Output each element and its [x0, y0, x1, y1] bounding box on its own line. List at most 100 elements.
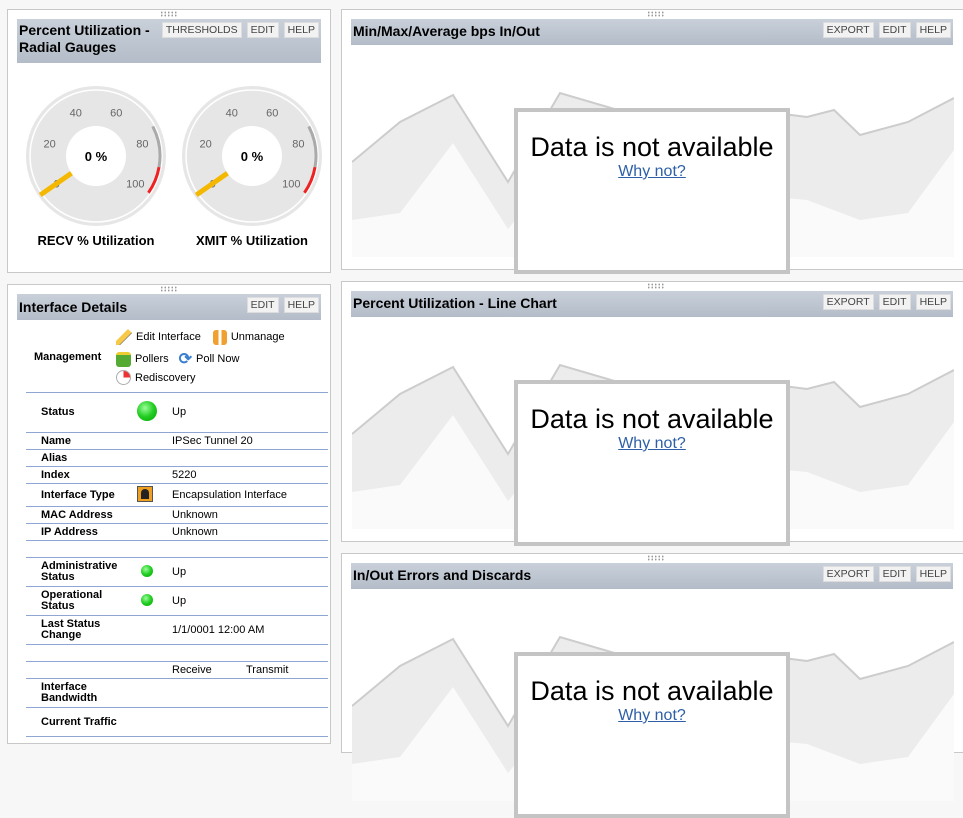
gauge-tick-label: 80	[292, 139, 304, 151]
edit-button[interactable]: EDIT	[878, 22, 911, 38]
why-not-link[interactable]: Why not?	[518, 707, 786, 725]
table-row: Administrative Status Up	[26, 557, 328, 587]
table-row: Status Up	[26, 392, 328, 433]
panel-header: Percent Utilization - Line Chart EXPORT E…	[351, 291, 953, 317]
row-key: IP Address	[26, 523, 137, 541]
row-key: Last Status Change	[26, 615, 137, 645]
export-button[interactable]: EXPORT	[822, 566, 874, 582]
management-label: Management	[34, 351, 102, 363]
receive-header: Receive	[172, 663, 212, 676]
panel-title: In/Out Errors and Discards	[353, 567, 532, 583]
traffic-header-row: Receive Transmit	[26, 661, 328, 679]
pencil-icon	[116, 329, 132, 345]
table-row: Alias	[26, 449, 328, 467]
refresh-icon: ⟳	[178, 351, 193, 368]
table-row: Last Status Change 1/1/0001 12:00 AM	[26, 615, 328, 645]
panel-header: Interface Details EDIT HELP	[17, 294, 321, 320]
edit-interface-link[interactable]: Edit Interface	[116, 326, 201, 348]
row-key: Name	[26, 432, 137, 450]
gauge-tick-label: 60	[266, 107, 278, 119]
table-row	[26, 644, 328, 662]
row-value: Encapsulation Interface	[157, 483, 328, 507]
edit-button[interactable]: EDIT	[878, 294, 911, 310]
radial-gauge: 020406080100 0 % XMIT % Utilization	[182, 86, 322, 248]
no-data-message: Data is not available	[530, 404, 774, 434]
rediscovery-link[interactable]: Rediscovery	[116, 370, 285, 385]
poll-now-link[interactable]: ⟳ Poll Now	[179, 348, 240, 370]
table-row	[26, 540, 328, 558]
green-dot-icon	[141, 564, 153, 577]
row-key: MAC Address	[26, 506, 137, 524]
interface-type-icon	[137, 485, 153, 502]
no-data-message-box: Data is not available Why not?	[514, 380, 790, 546]
drag-handle[interactable]	[647, 283, 665, 289]
panel-header: Min/Max/Average bps In/Out EXPORT EDIT HEL…	[351, 19, 953, 45]
drag-handle[interactable]	[647, 11, 665, 17]
row-key: Interface Bandwidth	[26, 678, 137, 708]
table-row: MAC Address Unknown	[26, 506, 328, 524]
row-value	[157, 449, 328, 467]
no-data-message: Data is not available	[530, 132, 774, 162]
row-key: Current Traffic	[26, 707, 137, 737]
panel-title: Min/Max/Average bps In/Out	[353, 23, 540, 39]
interface-details-panel: Interface Details EDIT HELP Management E…	[7, 284, 331, 744]
table-row: Name IPSec Tunnel 20	[26, 432, 328, 450]
chart-panel: In/Out Errors and Discards EXPORT EDIT HEL…	[341, 553, 963, 818]
green-dot-icon	[141, 593, 153, 606]
row-value: Up	[157, 586, 328, 616]
row-value: 1/1/0001 12:00 AM	[157, 615, 328, 645]
gauge-tick-label: 20	[200, 139, 212, 151]
panel-header: In/Out Errors and Discards EXPORT EDIT HEL…	[351, 563, 953, 589]
row-key	[26, 540, 137, 558]
chart-panel: Min/Max/Average bps In/Out EXPORT EDIT HEL…	[341, 9, 963, 274]
row-value	[157, 540, 328, 558]
gauge-tick-label: 100	[282, 179, 300, 191]
gauge-label: XMIT % Utilization	[196, 233, 308, 248]
row-key	[26, 644, 137, 662]
chart-panel: Percent Utilization - Line Chart EXPORT E…	[341, 281, 963, 546]
edit-button[interactable]: EDIT	[246, 297, 279, 313]
pause-icon	[212, 329, 227, 345]
row-key: Administrative Status	[26, 557, 137, 587]
drag-handle[interactable]	[647, 555, 665, 561]
export-button[interactable]: EXPORT	[822, 294, 874, 310]
no-data-message-box: Data is not available Why not?	[514, 652, 790, 818]
gauge-tick-label: 40	[226, 107, 238, 119]
transmit-header: Transmit	[246, 663, 289, 676]
why-not-link[interactable]: Why not?	[518, 435, 786, 453]
export-button[interactable]: EXPORT	[822, 22, 874, 38]
why-not-link[interactable]: Why not?	[518, 163, 786, 181]
unmanage-link[interactable]: Unmanage	[212, 326, 285, 348]
row-key: Alias	[26, 449, 137, 467]
table-row: Index 5220	[26, 466, 328, 484]
help-button[interactable]: HELP	[915, 22, 951, 38]
row-value: Up	[157, 392, 328, 433]
gauge-value: 0 %	[241, 149, 264, 164]
table-row: Operational Status Up	[26, 586, 328, 616]
radial-gauges-panel: Percent Utilization - Radial Gauges THRE…	[7, 9, 331, 273]
row-value: 5220	[157, 466, 328, 484]
rediscovery-icon	[116, 370, 131, 385]
no-data-message: Data is not available	[530, 676, 774, 706]
table-row: IP Address Unknown	[26, 523, 328, 541]
row-key: Status	[26, 392, 137, 433]
row-key: Index	[26, 466, 137, 484]
table-row: Interface Bandwidth	[26, 678, 328, 708]
drag-handle[interactable]	[160, 286, 178, 292]
no-data-message-box: Data is not available Why not?	[514, 108, 790, 274]
panel-title: Interface Details	[19, 299, 128, 315]
row-value: Unknown	[157, 523, 328, 541]
details-table: Status Up Name IPSec Tunnel 20 Alias Index 522…	[26, 392, 328, 737]
help-button[interactable]: HELP	[283, 297, 319, 313]
help-button[interactable]: HELP	[915, 294, 951, 310]
row-value: Up	[157, 557, 328, 587]
edit-button[interactable]: EDIT	[878, 566, 911, 582]
table-row: Interface Type Encapsulation Interface	[26, 483, 328, 507]
table-row: Current Traffic	[26, 707, 328, 737]
help-button[interactable]: HELP	[915, 566, 951, 582]
row-key: Interface Type	[26, 483, 137, 507]
pollers-icon	[116, 351, 131, 367]
pollers-link[interactable]: Pollers	[116, 348, 169, 370]
row-value	[157, 644, 328, 662]
green-status-icon	[137, 401, 157, 421]
